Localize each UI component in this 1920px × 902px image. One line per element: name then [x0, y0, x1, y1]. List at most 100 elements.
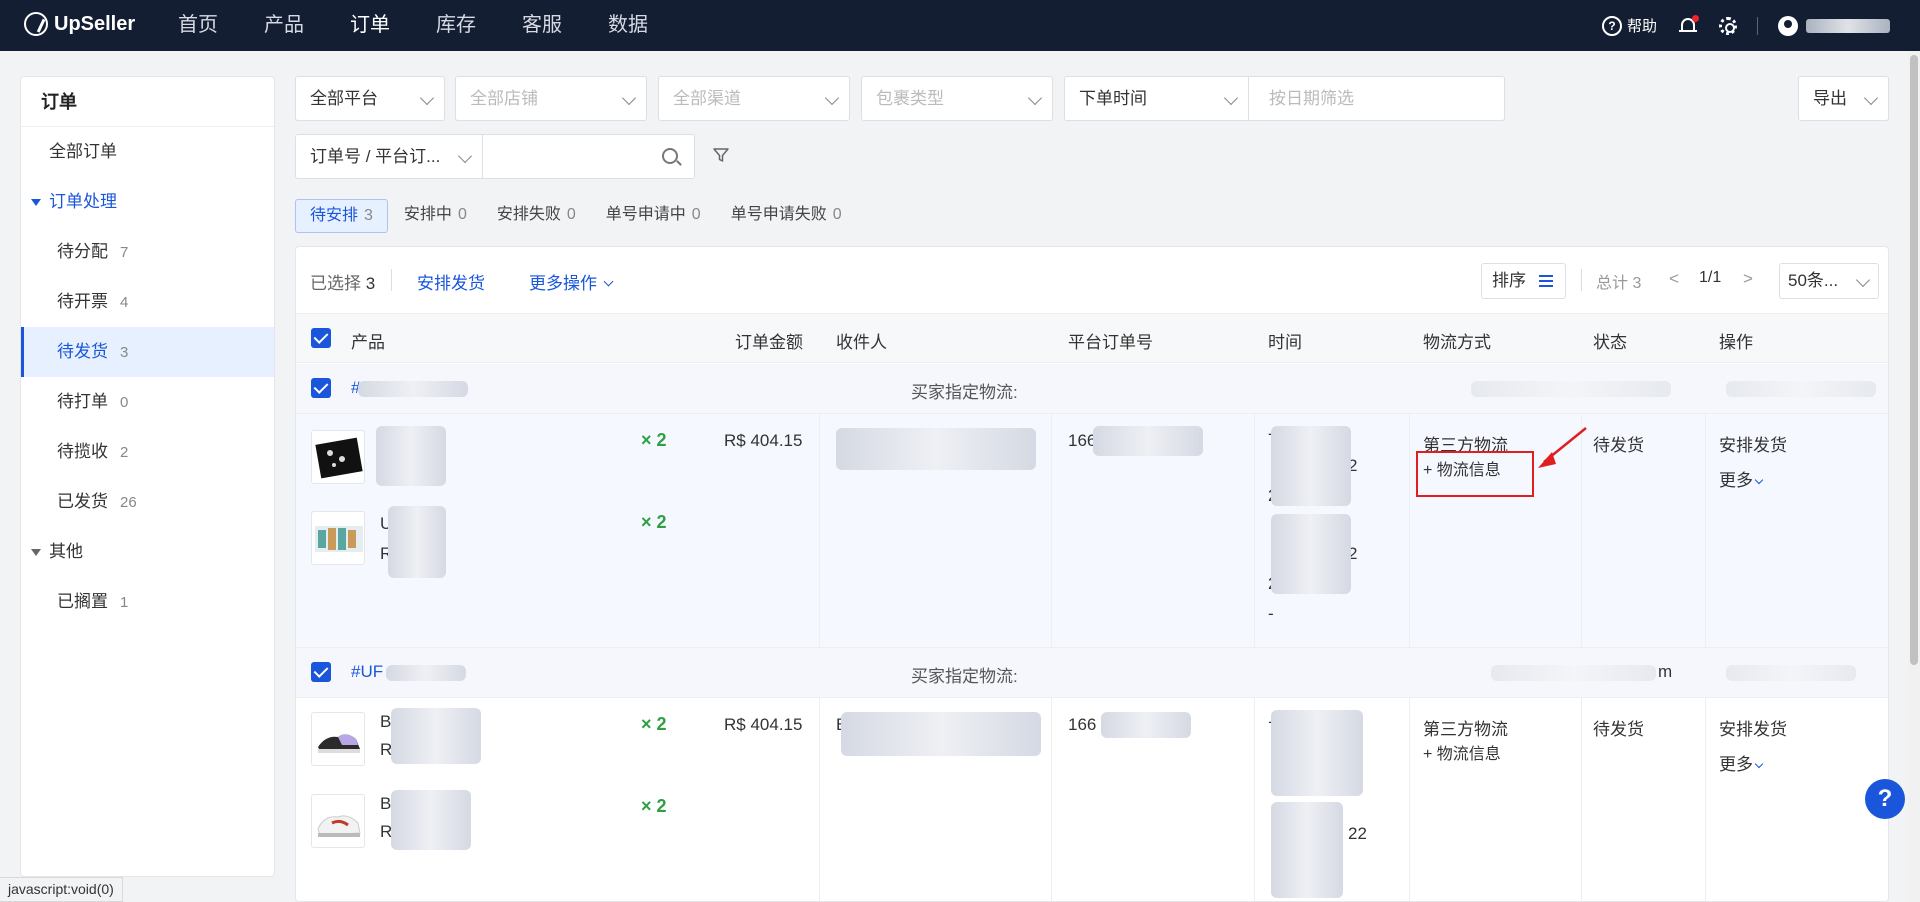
tab-count: 0 [691, 206, 701, 223]
sidebar-item-pending-print[interactable]: 待打单 0 [21, 377, 274, 427]
chevron-down-icon [1754, 475, 1764, 485]
time-type-select[interactable]: 下单时间 [1064, 76, 1249, 121]
time-redacted [1271, 514, 1351, 594]
buyer-email-redacted [1491, 665, 1656, 681]
divider [1581, 269, 1582, 291]
header-recipient: 收件人 [836, 333, 887, 352]
sidebar: 订单 全部订单 订单处理 待分配 7 待开票 4 待发货 3 待打单 0 待揽收 2 已发… [20, 76, 275, 877]
order-checkbox[interactable] [311, 662, 331, 682]
sidebar-item-pending-pickup[interactable]: 待揽收 2 [21, 427, 274, 477]
chevron-down-icon [1855, 272, 1871, 288]
search-input[interactable] [482, 134, 695, 179]
tab-count: 0 [832, 206, 842, 223]
product-name-redacted [376, 426, 446, 486]
sidebar-group-label: 订单处理 [49, 192, 117, 211]
sidebar-item-pending-invoice[interactable]: 待开票 4 [21, 277, 274, 327]
nav-products[interactable]: 产品 [264, 0, 304, 51]
tab-count: 0 [566, 206, 576, 223]
nav-data[interactable]: 数据 [608, 0, 648, 51]
user-avatar-icon[interactable] [1778, 15, 1798, 36]
tab-pending-arrange[interactable]: 待安排 3 [295, 199, 388, 233]
store-select[interactable]: 全部店铺 [455, 76, 647, 121]
username-redacted[interactable] [1806, 18, 1890, 33]
sidebar-item-pending-ship[interactable]: 待发货 3 [21, 327, 274, 377]
sidebar-group-processing[interactable]: 订单处理 [21, 177, 274, 227]
sidebar-title: 订单 [21, 77, 274, 127]
upseller-logo-icon [24, 12, 48, 36]
nav-home[interactable]: 首页 [178, 0, 218, 51]
sidebar-item-shipped[interactable]: 已发货 26 [21, 477, 274, 527]
order-number-link[interactable]: #UF [351, 662, 383, 682]
caret-down-icon [31, 548, 41, 556]
table-header: 产品 订单金额 收件人 平台订单号 时间 物流方式 状态 操作 [296, 313, 1888, 363]
tab-tracking-applying[interactable]: 单号申请中 0 [592, 199, 715, 233]
logo[interactable]: UpSeller [24, 12, 135, 36]
product-name-redacted [391, 708, 481, 764]
recipient-redacted [841, 712, 1041, 756]
platform-select[interactable]: 全部平台 [295, 76, 445, 121]
search-type-select[interactable]: 订单号 / 平台订... [295, 134, 483, 179]
date-filter-input[interactable]: 按日期筛选 [1248, 76, 1505, 121]
prev-page-icon[interactable]: < [1669, 269, 1679, 289]
page-size-select[interactable]: 50条... [1779, 263, 1879, 299]
nav-customer-service[interactable]: 客服 [522, 0, 562, 51]
sidebar-item-count: 3 [120, 344, 129, 361]
scrollbar-thumb[interactable] [1910, 55, 1918, 665]
nav-orders[interactable]: 订单 [350, 0, 390, 51]
more-actions-link[interactable]: 更多 [1719, 750, 1764, 775]
export-label: 导出 [1813, 89, 1847, 108]
order-group-header: # 买家指定物流: [296, 364, 1888, 414]
product-image[interactable] [311, 511, 365, 565]
order-amount: R$ 404.15 [724, 431, 803, 450]
next-page-icon[interactable]: > [1743, 269, 1753, 289]
product-image[interactable] [311, 712, 365, 766]
filter-funnel-icon[interactable] [712, 146, 730, 164]
sidebar-item-label: 待分配 [57, 242, 108, 261]
help-button[interactable]: ? 帮助 [1601, 15, 1657, 36]
logistics-info-link[interactable]: + 物流信息 [1423, 740, 1501, 764]
orders-toolbar: 已选择 3 安排发货 更多操作 排序 总计 3 < 1/1 > 50条... [296, 247, 1888, 313]
sidebar-group-other[interactable]: 其他 [21, 527, 274, 577]
sidebar-item-all-orders[interactable]: 全部订单 [21, 127, 274, 177]
cell-divider [819, 414, 820, 648]
time-redacted [1271, 426, 1351, 506]
sidebar-item-count: 0 [120, 394, 129, 411]
more-actions-link[interactable]: 更多 [1719, 466, 1764, 491]
package-type-placeholder: 包裹类型 [876, 89, 944, 108]
sidebar-item-on-hold[interactable]: 已搁置 1 [21, 577, 274, 627]
time-line: - [1268, 604, 1274, 623]
arrange-shipment-button[interactable]: 安排发货 [417, 269, 485, 294]
date-filter-placeholder: 按日期筛选 [1269, 89, 1354, 108]
cell-divider [1254, 698, 1255, 901]
platform-select-value: 全部平台 [310, 89, 378, 108]
settings-gear-icon[interactable] [1719, 16, 1737, 35]
sidebar-item-pending-assign[interactable]: 待分配 7 [21, 227, 274, 277]
arrange-shipment-link[interactable]: 安排发货 [1719, 431, 1787, 456]
search-icon[interactable] [662, 148, 678, 164]
product-image[interactable] [311, 794, 365, 848]
tab-arranging[interactable]: 安排中 0 [390, 199, 481, 233]
search-type-value: 订单号 / 平台订... [310, 147, 441, 166]
floating-help-button[interactable]: ? [1865, 779, 1905, 819]
channel-select[interactable]: 全部渠道 [658, 76, 850, 121]
cell-divider [1051, 698, 1052, 901]
export-button[interactable]: 导出 [1798, 76, 1889, 121]
tab-count: 3 [364, 207, 373, 224]
header-product: 产品 [351, 333, 385, 352]
product-image[interactable] [311, 430, 365, 484]
nav-inventory[interactable]: 库存 [436, 0, 476, 51]
more-operations-dropdown[interactable]: 更多操作 [529, 269, 614, 294]
page-scrollbar[interactable] [1908, 51, 1920, 902]
store-name-redacted [1726, 381, 1876, 397]
order-checkbox[interactable] [311, 378, 331, 398]
tab-arrange-failed[interactable]: 安排失败 0 [483, 199, 590, 233]
package-type-select[interactable]: 包裹类型 [861, 76, 1053, 121]
sidebar-item-label: 已搁置 [57, 592, 108, 611]
chevron-down-icon [1223, 90, 1239, 106]
arrange-shipment-link[interactable]: 安排发货 [1719, 715, 1787, 740]
notification-bell-icon[interactable] [1679, 14, 1699, 35]
sort-button[interactable]: 排序 [1481, 263, 1566, 299]
order-group-header: #UF 买家指定物流: m [296, 648, 1888, 698]
tab-tracking-failed[interactable]: 单号申请失败 0 [717, 199, 856, 233]
select-all-checkbox[interactable] [311, 328, 331, 348]
